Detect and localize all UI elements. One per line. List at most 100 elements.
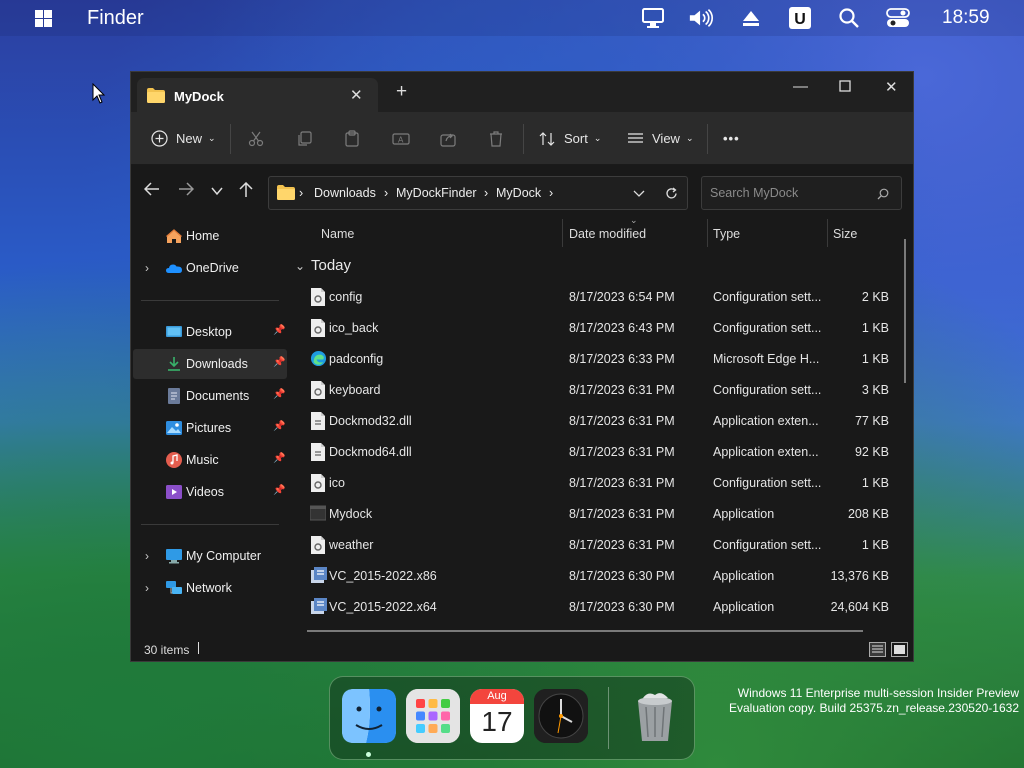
toolbar-divider xyxy=(230,124,231,154)
search-box[interactable]: Search MyDock xyxy=(701,176,902,210)
column-header-size[interactable]: Size xyxy=(833,227,857,241)
trash-icon[interactable] xyxy=(628,689,682,743)
file-row[interactable]: Dockmod64.dll 8/17/2023 6:31 PM Applicatio… xyxy=(299,437,903,468)
minimize-icon[interactable]: — xyxy=(793,78,808,95)
control-center-icon[interactable] xyxy=(885,6,911,30)
sidebar-item-label: My Computer xyxy=(186,549,262,563)
u-app-icon[interactable]: U xyxy=(787,6,813,30)
config-file-icon xyxy=(310,319,326,337)
launchpad-icon[interactable] xyxy=(406,689,460,743)
column-divider[interactable] xyxy=(827,219,828,247)
breadcrumb-downloads[interactable]: Downloads xyxy=(314,186,376,200)
calendar-month: Aug xyxy=(470,689,524,704)
file-row[interactable]: VC_2015-2022.x64 8/17/2023 6:30 PM Applica… xyxy=(299,592,903,623)
file-row[interactable]: VC_2015-2022.x86 8/17/2023 6:30 PM Applica… xyxy=(299,561,903,592)
delete-button[interactable] xyxy=(488,112,504,165)
horizontal-scrollbar[interactable] xyxy=(307,630,863,632)
windows-logo-icon[interactable] xyxy=(35,10,52,27)
tiles-view-icon[interactable] xyxy=(891,642,908,657)
details-view-icon[interactable] xyxy=(869,642,886,657)
active-app-name[interactable]: Finder xyxy=(87,7,144,30)
sort-indicator-icon: ⌄ xyxy=(630,215,638,225)
new-button[interactable]: New ⌄ xyxy=(151,112,216,165)
pin-icon[interactable]: 📌 xyxy=(273,389,285,400)
maximize-icon[interactable] xyxy=(839,79,851,96)
eject-icon[interactable] xyxy=(738,6,764,30)
new-tab-icon[interactable]: + xyxy=(396,82,407,101)
calendar-icon[interactable]: Aug 17 xyxy=(470,689,524,743)
rename-button[interactable]: A xyxy=(392,112,410,165)
pin-icon[interactable]: 📌 xyxy=(273,485,285,496)
vertical-scrollbar[interactable] xyxy=(904,239,906,383)
pin-icon[interactable]: 📌 xyxy=(273,325,285,336)
pin-icon[interactable]: 📌 xyxy=(273,357,285,368)
up-arrow-icon[interactable] xyxy=(239,181,253,203)
sidebar-item-network[interactable]: › Network xyxy=(133,573,287,603)
sidebar-item-onedrive[interactable]: › OneDrive xyxy=(133,253,287,283)
sidebar-item-documents[interactable]: Documents 📌 xyxy=(133,381,287,411)
file-size: 1 KB xyxy=(861,538,889,552)
search-icon[interactable] xyxy=(836,6,862,30)
close-tab-icon[interactable]: ✕ xyxy=(350,86,363,104)
volume-icon[interactable] xyxy=(688,6,714,30)
file-row[interactable]: config 8/17/2023 6:54 PM Configuration set… xyxy=(299,282,903,313)
file-type: Configuration sett... xyxy=(713,476,822,490)
cut-button[interactable] xyxy=(248,112,264,165)
close-window-icon[interactable]: ✕ xyxy=(885,78,898,96)
chevron-right-icon[interactable]: › xyxy=(145,581,149,595)
sort-button[interactable]: Sort ⌄ xyxy=(539,112,601,165)
file-row[interactable]: weather 8/17/2023 6:31 PM Configuration se… xyxy=(299,530,903,561)
sidebar-item-pictures[interactable]: Pictures 📌 xyxy=(133,413,287,443)
file-row[interactable]: keyboard 8/17/2023 6:31 PM Configuration s… xyxy=(299,375,903,406)
menu-bar: Finder U 18:59 xyxy=(0,0,1024,36)
paste-button[interactable] xyxy=(344,112,360,165)
file-row[interactable]: Mydock 8/17/2023 6:31 PM Application 208 KB xyxy=(299,499,903,530)
group-header-today[interactable]: Today xyxy=(311,257,351,274)
chevron-right-icon[interactable]: › xyxy=(145,261,149,275)
file-row[interactable]: ico_back 8/17/2023 6:43 PM Configuration s… xyxy=(299,313,903,344)
column-divider[interactable] xyxy=(707,219,708,247)
sidebar-item-videos[interactable]: Videos 📌 xyxy=(133,477,287,507)
share-button[interactable] xyxy=(440,112,456,165)
sidebar-item-desktop[interactable]: Desktop 📌 xyxy=(133,317,287,347)
address-bar[interactable]: › Downloads › MyDockFinder › MyDock › xyxy=(268,176,688,210)
sidebar-item-music[interactable]: Music 📌 xyxy=(133,445,287,475)
monitor-icon[interactable] xyxy=(640,6,666,30)
copy-button[interactable] xyxy=(296,112,312,165)
view-button[interactable]: View ⌄ xyxy=(627,112,694,165)
address-history-icon[interactable] xyxy=(633,190,645,198)
file-row[interactable]: Dockmod32.dll 8/17/2023 6:31 PM Applicatio… xyxy=(299,406,903,437)
file-row[interactable]: padconfig 8/17/2023 6:33 PM Microsoft Edge… xyxy=(299,344,903,375)
group-collapse-icon[interactable]: ⌄ xyxy=(295,259,305,273)
file-type: Application exten... xyxy=(713,445,819,459)
sidebar-item-label: OneDrive xyxy=(186,261,239,275)
search-placeholder: Search MyDock xyxy=(710,186,799,200)
refresh-icon[interactable] xyxy=(665,187,678,200)
file-row[interactable]: ico 8/17/2023 6:31 PM Configuration sett..… xyxy=(299,468,903,499)
home-icon xyxy=(166,229,182,243)
sidebar-item-downloads[interactable]: Downloads 📌 xyxy=(133,349,287,379)
chevron-right-icon[interactable]: › xyxy=(145,549,149,563)
more-options-button[interactable]: ••• xyxy=(723,112,740,165)
column-header-name[interactable]: Name xyxy=(321,227,354,241)
menu-clock[interactable]: 18:59 xyxy=(942,7,990,29)
pin-icon[interactable]: 📌 xyxy=(273,453,285,464)
sidebar-item-my-computer[interactable]: › My Computer xyxy=(133,541,287,571)
column-header-date[interactable]: Date modified xyxy=(569,227,646,241)
column-divider[interactable] xyxy=(562,219,563,247)
tab-mydock[interactable]: MyDock ✕ xyxy=(137,78,378,112)
back-arrow-icon[interactable] xyxy=(143,182,160,201)
finder-icon[interactable] xyxy=(342,689,396,743)
clock-icon[interactable] xyxy=(534,689,588,743)
sidebar-item-label: Network xyxy=(186,581,232,595)
breadcrumb-mydock[interactable]: MyDock xyxy=(496,186,541,200)
pin-icon[interactable]: 📌 xyxy=(273,421,285,432)
forward-arrow-icon[interactable] xyxy=(178,182,195,201)
sidebar-item-home[interactable]: Home xyxy=(133,221,287,251)
sidebar-item-label: Pictures xyxy=(186,421,232,435)
breadcrumb-mydockfinder[interactable]: MyDockFinder xyxy=(396,186,477,200)
column-header-type[interactable]: Type xyxy=(713,227,740,241)
view-label: View xyxy=(652,131,680,146)
recent-locations-icon[interactable] xyxy=(211,183,223,201)
download-icon xyxy=(168,357,180,371)
